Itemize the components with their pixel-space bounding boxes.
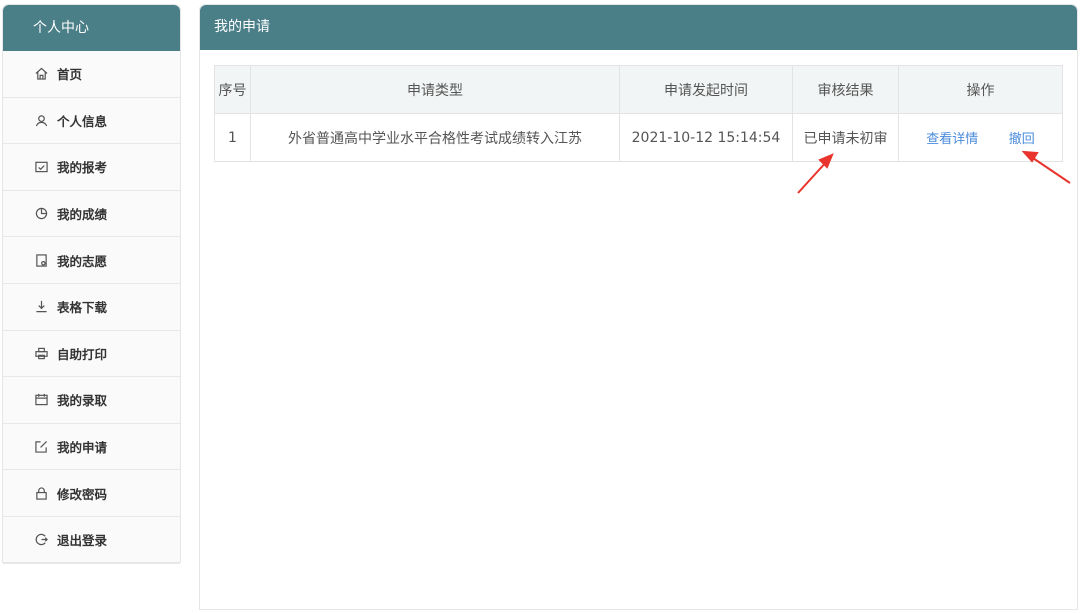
arrow-status-head [818,153,834,169]
annotation-arrows [797,150,1071,194]
arrow-status [797,159,829,194]
arrow-withdraw [1029,155,1071,184]
